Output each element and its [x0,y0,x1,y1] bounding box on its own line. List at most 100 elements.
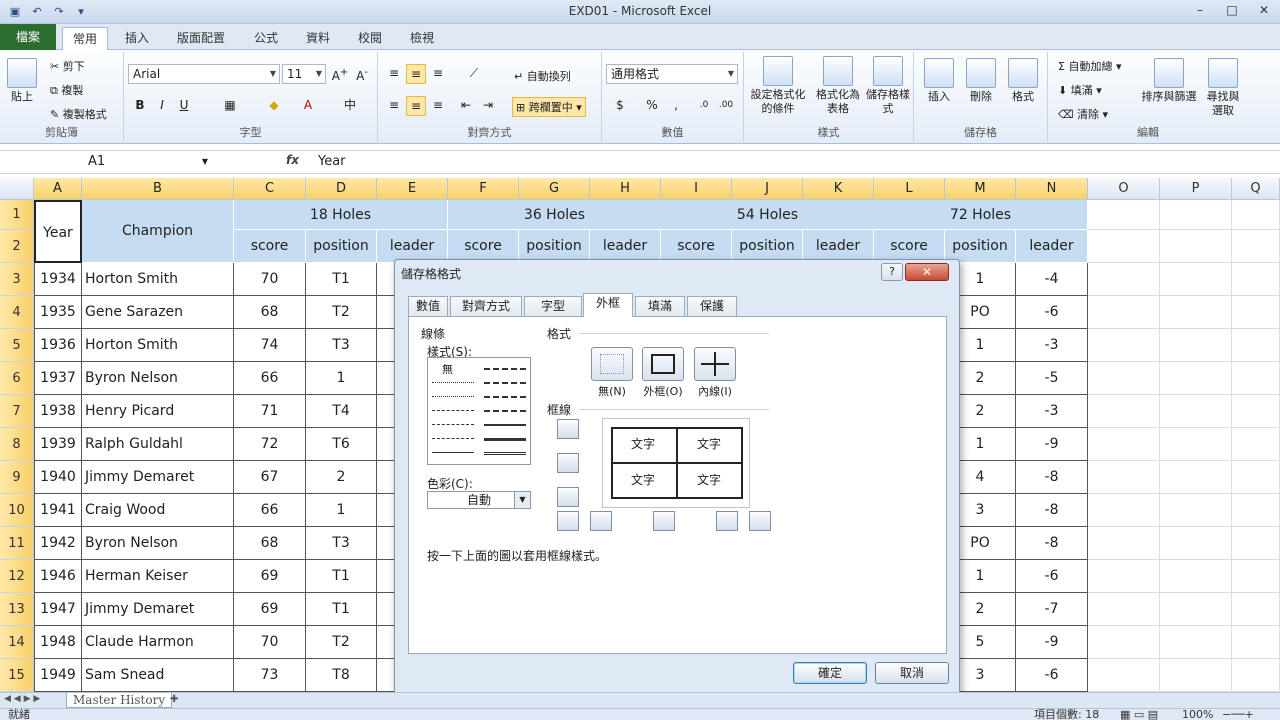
line-style-thin[interactable] [432,452,474,453]
border-bottom-icon[interactable] [557,487,579,507]
empty-cell[interactable] [1160,200,1232,230]
column-header-h[interactable]: H [590,178,661,200]
font-size-select[interactable]: 11 ▼ [282,64,326,84]
empty-cell[interactable] [1088,200,1160,230]
table-cell[interactable]: -6 [1016,560,1088,593]
fill-color-icon[interactable]: ◆ [264,96,284,116]
table-cell[interactable]: -8 [1016,461,1088,494]
empty-cell[interactable] [1160,659,1232,692]
row-header-3[interactable]: 3 [0,263,34,296]
table-cell[interactable]: Jimmy Demaret [82,593,234,626]
line-style-dash-dot[interactable] [432,424,474,425]
table-cell[interactable]: 70 [234,263,306,296]
line-style-none[interactable]: 無 [442,361,453,377]
column-header-c[interactable]: C [234,178,306,200]
conditional-format-button[interactable]: 設定格式化的條件 [748,56,808,116]
table-cell[interactable]: T4 [306,395,377,428]
holes-group-header[interactable]: 72 Holes [874,200,1088,230]
table-cell[interactable]: Sam Snead [82,659,234,692]
font-name-select[interactable]: Arial ▼ [128,64,280,84]
preset-none-icon[interactable] [591,347,633,381]
table-cell[interactable]: T1 [306,593,377,626]
empty-cell[interactable] [1160,395,1232,428]
table-cell[interactable]: Claude Harmon [82,626,234,659]
autosum-button[interactable]: Σ 自動加總 ▾ [1058,58,1121,74]
table-cell[interactable]: 72 [234,428,306,461]
empty-cell[interactable] [1160,560,1232,593]
empty-cell[interactable] [1160,494,1232,527]
shrink-font-icon[interactable]: A- [352,64,372,84]
format-as-table-button[interactable]: 格式化為表格 [812,56,864,116]
column-header-e[interactable]: E [377,178,448,200]
table-cell[interactable]: 1940 [34,461,82,494]
tab-border[interactable]: 外框 [583,293,633,317]
table-cell[interactable]: 68 [234,296,306,329]
table-cell[interactable]: T3 [306,527,377,560]
table-cell[interactable]: -8 [1016,527,1088,560]
row-header-5[interactable]: 5 [0,329,34,362]
font-color-icon[interactable]: A [298,96,318,116]
line-style-medium-dash-dot-dot[interactable] [484,368,526,370]
table-cell[interactable]: 66 [234,362,306,395]
empty-cell[interactable] [1232,659,1280,692]
empty-cell[interactable] [1232,296,1280,329]
tab-protection[interactable]: 保護 [687,296,737,316]
subheader-cell[interactable]: position [306,230,377,263]
table-cell[interactable]: 2 [306,461,377,494]
tab-home[interactable]: 常用 [62,27,108,50]
merge-center-button[interactable]: ⊞ 跨欄置中 ▾ [512,97,586,117]
table-cell[interactable]: -8 [1016,494,1088,527]
fill-button[interactable]: ⬇ 填滿 ▾ [1058,82,1102,98]
table-cell[interactable]: 1941 [34,494,82,527]
clear-button[interactable]: ⌫ 清除 ▾ [1058,106,1108,122]
empty-cell[interactable] [1088,329,1160,362]
table-cell[interactable]: T8 [306,659,377,692]
line-style-medium-dash-dot[interactable] [484,396,526,398]
holes-group-header[interactable]: 18 Holes [234,200,448,230]
orientation-icon[interactable]: ⟋ [464,64,484,84]
column-header-k[interactable]: K [803,178,874,200]
empty-cell[interactable] [1160,593,1232,626]
increase-indent-icon[interactable]: ⇥ [478,96,498,116]
empty-cell[interactable] [1232,362,1280,395]
column-header-f[interactable]: F [448,178,519,200]
year-header-cell[interactable]: Year [34,200,82,263]
row-header-10[interactable]: 10 [0,494,34,527]
line-style-double[interactable] [484,452,526,455]
zoom-level[interactable]: 100% [1182,709,1213,720]
table-cell[interactable]: 66 [234,494,306,527]
table-cell[interactable]: -3 [1016,329,1088,362]
tab-alignment[interactable]: 對齊方式 [450,296,522,316]
column-header-p[interactable]: P [1160,178,1232,200]
line-style-list[interactable]: 無 [427,357,531,465]
table-cell[interactable]: 1 [306,494,377,527]
empty-cell[interactable] [1088,230,1160,263]
row-header-2[interactable]: 2 [0,230,34,263]
percent-button[interactable]: % [642,96,662,116]
empty-cell[interactable] [1088,395,1160,428]
table-cell[interactable]: 73 [234,659,306,692]
empty-cell[interactable] [1088,560,1160,593]
empty-cell[interactable] [1088,494,1160,527]
table-cell[interactable]: Craig Wood [82,494,234,527]
preset-outline-icon[interactable] [642,347,684,381]
select-all-corner[interactable] [0,178,34,200]
currency-button[interactable]: $ [610,96,630,116]
table-cell[interactable]: 1949 [34,659,82,692]
empty-cell[interactable] [1088,296,1160,329]
table-cell[interactable]: -5 [1016,362,1088,395]
line-style-hair[interactable] [432,382,474,383]
paste-button[interactable]: 貼上 [4,58,40,104]
borders-icon[interactable]: ▦ [220,96,240,116]
border-preview[interactable]: 文字 文字 文字 文字 [602,418,750,508]
line-style-dash-dot-dot[interactable] [432,410,474,411]
cut-button[interactable]: ✂ 剪下 [50,58,85,74]
sheet-nav-icon[interactable]: ◀ ◀ ▶ ▶ [4,694,40,704]
table-cell[interactable]: 1942 [34,527,82,560]
empty-cell[interactable] [1232,263,1280,296]
cancel-button[interactable]: 取消 [875,662,949,684]
phonetic-icon[interactable]: 中 [340,96,360,116]
table-cell[interactable]: 67 [234,461,306,494]
underline-button[interactable]: U [174,96,194,116]
empty-cell[interactable] [1088,593,1160,626]
